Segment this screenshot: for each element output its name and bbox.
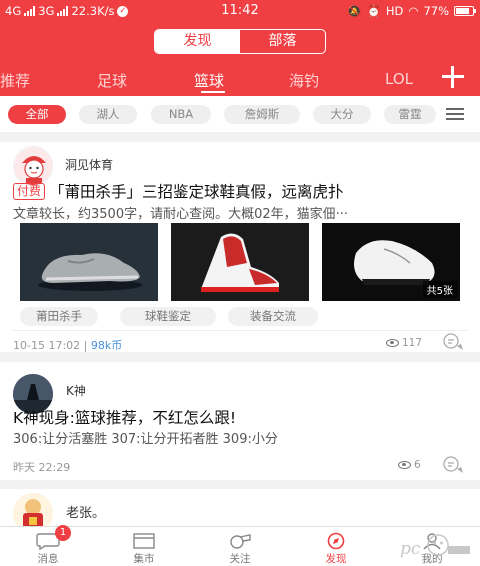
filter-chip-all[interactable]: 全部 [8, 105, 66, 124]
svg-text:pc: pc [400, 539, 421, 559]
post-excerpt: 306:让分活塞胜 307:让分开拓者胜 309:小分 [13, 432, 278, 447]
view-count-value: 6 [414, 459, 421, 471]
tab-label: 发现 [325, 553, 347, 565]
post-image-3[interactable]: 共5张 [322, 223, 460, 301]
tab-messages[interactable]: 1 消息 [0, 525, 96, 566]
tab-market[interactable]: 集市 [96, 527, 192, 566]
channel-tab-football[interactable]: 足球 [97, 70, 127, 91]
battery-icon [454, 6, 476, 16]
filter-chip-thunder[interactable]: 雷霆 [384, 105, 436, 124]
battery-percent: 77% [423, 4, 449, 18]
author-name[interactable]: K神 [66, 382, 86, 399]
tab-label: 关注 [229, 553, 251, 565]
channel-tab-fishing[interactable]: 海钓 [289, 70, 319, 91]
filter-chip-nba[interactable]: NBA [151, 105, 211, 124]
add-channel-icon[interactable] [440, 64, 466, 90]
discover-tribe-switch: 发现 部落 [154, 29, 326, 54]
channel-tab-lol[interactable]: LOL [385, 70, 413, 88]
post-tag[interactable]: 装备交流 [228, 307, 318, 326]
meta-separator: | [80, 339, 91, 352]
filter-chip-james[interactable]: 詹姆斯 [224, 105, 300, 124]
post-tag[interactable]: 球鞋鉴定 [120, 307, 216, 326]
compass-icon [327, 532, 345, 550]
post-image-2[interactable] [171, 223, 309, 301]
feed-post[interactable]: K神 K神现身:篮球推荐，不红怎么跟! 306:让分活塞胜 307:让分开拓者胜… [0, 362, 480, 480]
tab-discover[interactable]: 发现 [288, 527, 384, 566]
hd-label: HD [385, 4, 404, 18]
post-excerpt: 文章较长，约3500字，请耐心查阅。大概02年，猫家佃··· [13, 207, 349, 222]
whistle-icon [230, 534, 251, 549]
post-title[interactable]: K神现身:篮球推荐，不红怎么跟! [13, 406, 236, 428]
post-tag[interactable]: 莆田杀手 [20, 307, 98, 326]
wifi-icon: ◠ [408, 4, 419, 18]
author-name[interactable]: 老张。 [66, 502, 105, 521]
eye-icon [398, 461, 411, 469]
segment-tribe[interactable]: 部落 [240, 30, 325, 53]
feed-post[interactable]: 老张。 [0, 489, 480, 533]
share-icon[interactable] [442, 455, 466, 475]
segment-discover[interactable]: 发现 [155, 30, 240, 53]
channel-tab-basketball[interactable]: 篮球 [194, 70, 224, 91]
post-title[interactable]: 付费 「莆田杀手」三招鉴定球鞋真假，远离虎扑 [13, 180, 344, 202]
filter-bar: 全部 湖人 NBA 詹姆斯 大分 雷霆 [0, 96, 480, 132]
feed-post[interactable]: 洞见体育 付费 「莆田杀手」三招鉴定球鞋真假，远离虎扑 文章较长，约3500字，请… [0, 142, 480, 352]
divider [12, 330, 468, 331]
alarm-icon: ⏰ [366, 4, 381, 18]
app-header: 4G 3G 22.3K/s ✓ 11:42 🔕 ⏰ HD ◠ 77% 发现 部落… [0, 0, 480, 96]
eye-icon [386, 339, 399, 347]
tab-label: 集市 [133, 553, 155, 565]
post-image-1[interactable] [20, 223, 158, 301]
status-bar: 4G 3G 22.3K/s ✓ 11:42 🔕 ⏰ HD ◠ 77% [0, 0, 480, 24]
filter-menu-icon[interactable] [446, 108, 464, 120]
view-count: 117 [386, 337, 422, 349]
active-channel-indicator [201, 91, 225, 93]
view-count: 6 [398, 459, 421, 471]
filter-chip-lakers[interactable]: 湖人 [79, 105, 137, 124]
share-icon[interactable] [442, 332, 466, 352]
watermark-logo: pc [396, 530, 476, 564]
post-time: 昨天 22:29 [13, 461, 71, 474]
tab-follow[interactable]: 关注 [192, 527, 288, 566]
image-count-label: 共5张 [422, 281, 457, 298]
market-icon [133, 533, 155, 549]
view-count-value: 117 [402, 337, 423, 349]
channel-tab-recommend[interactable]: 推荐 [0, 70, 30, 91]
post-title-text: 「莆田杀手」三招鉴定球鞋真假，远离虎扑 [49, 183, 344, 201]
paid-badge: 付费 [13, 183, 46, 200]
post-price: 98k币 [90, 339, 123, 352]
post-time: 10-15 17:02 [13, 339, 81, 352]
tab-label: 消息 [37, 553, 59, 565]
filter-chip-over[interactable]: 大分 [313, 105, 371, 124]
post-meta: 10-15 17:02 | 98k币 [13, 337, 122, 353]
author-name[interactable]: 洞见体育 [65, 156, 113, 173]
mute-icon: 🔕 [347, 4, 362, 18]
message-badge: 1 [55, 525, 71, 541]
